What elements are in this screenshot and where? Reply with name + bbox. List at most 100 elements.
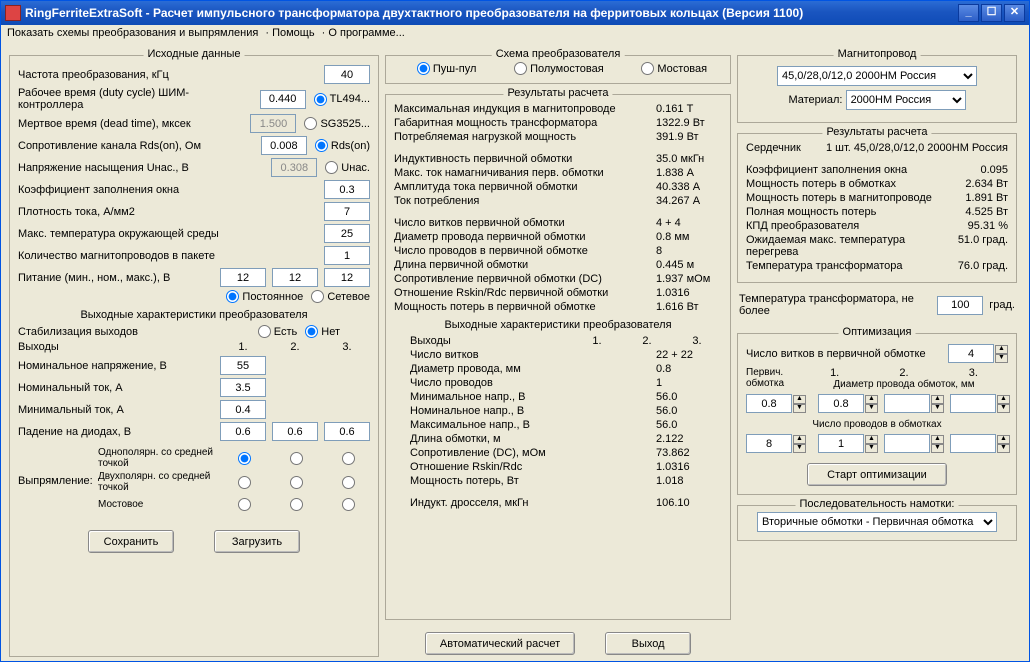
app-icon [5,5,21,21]
opt-turns-label: Число витков в первичной обмотке [746,348,942,360]
ncores-input[interactable] [324,246,370,265]
rect-c-3-radio[interactable] [342,498,355,511]
vnom-1-input[interactable] [220,356,266,375]
res-magI-label: Макс. ток намагничивания перв. обмотки [394,167,656,179]
supply-max-input[interactable] [324,268,370,287]
res-primW-label: Число проводов в первичной обмотке [394,245,656,257]
stab-yes-radio[interactable]: Есть [258,325,297,338]
spin-up-icon[interactable]: ▲ [865,435,878,444]
rect-c-1-radio[interactable] [238,498,251,511]
rect-b-1-radio[interactable] [238,476,251,489]
rect-b-2-radio[interactable] [290,476,303,489]
start-optimization-button[interactable]: Старт оптимизации [807,463,947,486]
opt-c3: 3. [969,367,978,379]
opt-nwires-label: Число проводов в обмотках [746,419,1008,430]
opt-d3-input[interactable] [950,394,996,413]
opt-turns-input[interactable] [948,344,994,363]
uhac-radio[interactable]: Uнас. [325,161,370,174]
spin-down-icon[interactable]: ▼ [865,404,878,413]
spin-down-icon[interactable]: ▼ [865,444,878,453]
menu-show-schemes[interactable]: Показать схемы преобразования и выпрямле… [7,27,258,39]
opt-n2-input[interactable] [884,434,930,453]
res-primD-label: Диаметр провода первичной обмотки [394,231,656,243]
spin-up-icon[interactable]: ▲ [931,435,944,444]
rect-a-2-radio[interactable] [290,452,303,465]
out-vmax-label: Максимальное напр., В [394,419,656,431]
spin-up-icon[interactable]: ▲ [793,435,806,444]
supply-min-input[interactable] [220,268,266,287]
spin-down-icon[interactable]: ▼ [931,404,944,413]
load-button[interactable]: Загрузить [214,530,300,553]
fullbridge-radio[interactable]: Мостовая [641,62,707,75]
titlebar: RingFerriteExtraSoft - Расчет импульсног… [1,1,1029,25]
rect-a-3-radio[interactable] [342,452,355,465]
out-chars-header2: Выходные характеристики преобразователя [394,319,722,331]
rect-label: Выпрямление: [18,475,98,487]
opt-n3-input[interactable] [950,434,996,453]
rect-c-2-radio[interactable] [290,498,303,511]
spin-up-icon[interactable]: ▲ [865,395,878,404]
spin-up-icon[interactable]: ▲ [931,395,944,404]
tamb-input[interactable] [324,224,370,243]
spin-down-icon[interactable]: ▼ [931,444,944,453]
halfbridge-radio[interactable]: Полумостовая [514,62,604,75]
menu-help[interactable]: Помощь [272,27,315,39]
core-size-select[interactable]: 45,0/28,0/12,0 2000НМ Россия [777,66,977,86]
duty-input[interactable] [260,90,306,109]
pushpull-radio[interactable]: Пуш-пул [417,62,477,75]
rect-b-3-radio[interactable] [342,476,355,489]
opt-n0-input[interactable] [746,434,792,453]
rds-input[interactable] [261,136,307,155]
freq-input[interactable] [324,65,370,84]
supply-dc-radio[interactable]: Постоянное [226,290,303,303]
dead-sg3525-radio[interactable]: SG3525... [304,117,370,130]
close-button[interactable]: ✕ [1004,4,1025,22]
vdrop-1-input[interactable] [220,422,266,441]
menu-about[interactable]: О программе... [328,27,404,39]
spin-down-icon[interactable]: ▼ [793,404,806,413]
supply-nom-input[interactable] [272,268,318,287]
spin-down-icon[interactable]: ▼ [997,444,1010,453]
spin-up-icon[interactable]: ▲ [793,395,806,404]
save-button[interactable]: Сохранить [88,530,174,553]
out-c1: 1. [572,335,622,347]
material-select[interactable]: 2000НМ Россия [846,90,966,110]
rect-a-label: Однополярн. со средней точкой [98,447,220,469]
spin-up-icon[interactable]: ▲ [997,435,1010,444]
minimize-button[interactable]: _ [958,4,979,22]
vdrop-2-input[interactable] [272,422,318,441]
res-primRdc-value: 1.937 мОм [656,273,722,285]
spin-down-icon[interactable]: ▼ [995,354,1008,363]
exit-button[interactable]: Выход [605,632,691,655]
rect-a-1-radio[interactable] [238,452,251,465]
opt-n1-input[interactable] [818,434,864,453]
opt-d1-input[interactable] [818,394,864,413]
vdrop-3-input[interactable] [324,422,370,441]
rds-radio[interactable]: Rds(on) [315,139,370,152]
inom-1-input[interactable] [220,378,266,397]
jamm-input[interactable] [324,202,370,221]
res-primRskin-label: Отношение Rskin/Rdc первичной обмотки [394,287,656,299]
supply-ac-radio[interactable]: Сетевое [311,290,370,303]
spin-up-icon[interactable]: ▲ [995,345,1008,354]
res-primN-value: 4 + 4 [656,217,722,229]
res-loadpow-value: 391.9 Вт [656,131,722,143]
opt-d2-input[interactable] [884,394,930,413]
spin-down-icon[interactable]: ▼ [997,404,1010,413]
duty-tl494-radio[interactable]: TL494... [314,93,370,106]
tmax-input[interactable] [937,296,983,315]
spin-up-icon[interactable]: ▲ [997,395,1010,404]
results2-legend: Результаты расчета [822,126,931,138]
spin-down-icon[interactable]: ▼ [793,444,806,453]
maximize-button[interactable]: ☐ [981,4,1002,22]
out-hdr-label: Выходы [394,335,572,347]
res2-eff-value: 95.31 % [948,220,1008,232]
stab-no-radio[interactable]: Нет [305,325,340,338]
winding-sequence-select[interactable]: Вторичные обмотки - Первичная обмотка [757,512,997,532]
opt-c1: 1. [830,367,839,379]
imin-1-input[interactable] [220,400,266,419]
kfill-input[interactable] [324,180,370,199]
rect-c-label: Мостовое [98,499,220,510]
auto-calc-button[interactable]: Автоматический расчет [425,632,575,655]
opt-d0-input[interactable] [746,394,792,413]
